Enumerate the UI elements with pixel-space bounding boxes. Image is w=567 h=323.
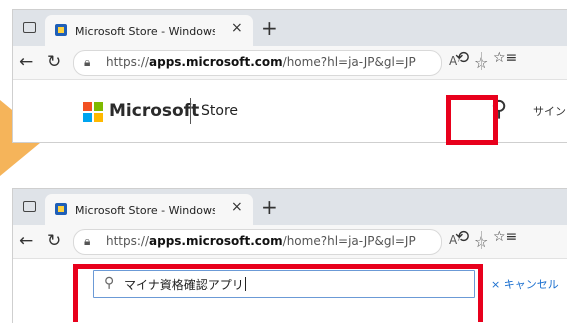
address-bar[interactable]: 🔒︎ https://apps.microsoft.com/home?hl=ja… xyxy=(73,50,488,76)
lock-icon[interactable]: 🔒︎ xyxy=(84,234,90,249)
tab-bar: Microsoft Store - Windows PC用ア × + xyxy=(13,189,567,225)
toolbar-divider xyxy=(481,231,482,249)
signin-link[interactable]: サインイ xyxy=(533,103,567,119)
tab-close-icon[interactable]: × xyxy=(231,199,243,215)
tab-microsoft-store[interactable]: Microsoft Store - Windows PC用ア × xyxy=(45,15,253,46)
brand-name: Microsoft xyxy=(109,101,200,121)
tab-close-icon[interactable]: × xyxy=(231,20,243,36)
tab-microsoft-store[interactable]: Microsoft Store - Windows PC用ア × xyxy=(45,194,253,225)
toolbar-divider xyxy=(481,52,482,70)
reload-icon[interactable]: ↻ xyxy=(47,231,61,251)
tab-bar: Microsoft Store - Windows PC用ア × + xyxy=(13,10,567,46)
brand-divider xyxy=(190,98,191,124)
tab-title: Microsoft Store - Windows PC用ア xyxy=(75,25,215,38)
highlight-search-input xyxy=(73,264,483,322)
new-tab-button[interactable]: + xyxy=(261,16,278,40)
store-label: Store xyxy=(201,103,239,119)
nav-bar: ← ↻ 🔒︎ https://apps.microsoft.com/home?h… xyxy=(13,225,567,259)
url-text: https://apps.microsoft.com/home?hl=ja-JP… xyxy=(106,55,416,69)
back-icon[interactable]: ← xyxy=(19,231,33,251)
back-icon[interactable]: ← xyxy=(19,52,33,72)
tab-actions-icon[interactable] xyxy=(23,201,36,212)
store-favicon-icon xyxy=(55,24,67,36)
highlight-search-icon xyxy=(446,95,498,145)
microsoft-logo-icon xyxy=(83,102,103,122)
address-bar[interactable]: 🔒︎ https://apps.microsoft.com/home?hl=ja… xyxy=(73,229,488,255)
reload-icon[interactable]: ↻ xyxy=(47,52,61,72)
lock-icon[interactable]: 🔒︎ xyxy=(84,55,90,70)
favorites-list-icon[interactable]: ☆≡ xyxy=(493,229,517,245)
url-text: https://apps.microsoft.com/home?hl=ja-JP… xyxy=(106,234,416,248)
extensions-icon[interactable]: ⟲ xyxy=(455,48,469,68)
extensions-icon[interactable]: ⟲ xyxy=(455,227,469,247)
tab-actions-icon[interactable] xyxy=(23,22,36,33)
new-tab-button[interactable]: + xyxy=(261,195,278,219)
store-favicon-icon xyxy=(55,203,67,215)
favorites-list-icon[interactable]: ☆≡ xyxy=(493,50,517,66)
tab-title: Microsoft Store - Windows PC用ア xyxy=(75,204,215,217)
nav-bar: ← ↻ 🔒︎ https://apps.microsoft.com/home?h… xyxy=(13,46,567,80)
cancel-search-button[interactable]: × キャンセル xyxy=(491,276,559,292)
